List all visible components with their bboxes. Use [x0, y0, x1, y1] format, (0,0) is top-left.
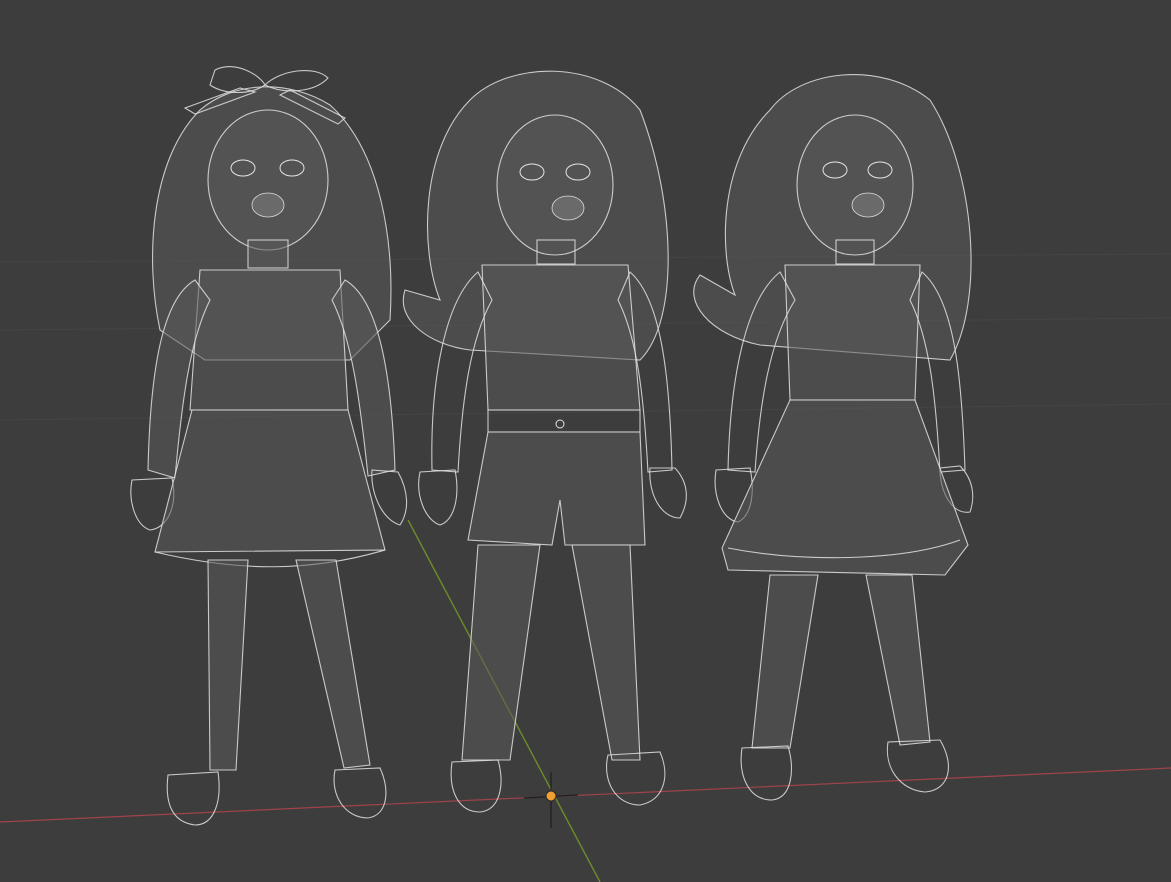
doll-with-shorts[interactable]	[402, 70, 687, 813]
3d-cursor-icon[interactable]	[523, 772, 579, 828]
doll-with-bow-and-skirt[interactable]	[130, 66, 408, 826]
3d-viewport[interactable]	[0, 0, 1171, 882]
x-axis-line	[0, 767, 1171, 823]
doll-with-flared-dress[interactable]	[693, 73, 974, 801]
viewport-canvas[interactable]	[0, 0, 1171, 882]
